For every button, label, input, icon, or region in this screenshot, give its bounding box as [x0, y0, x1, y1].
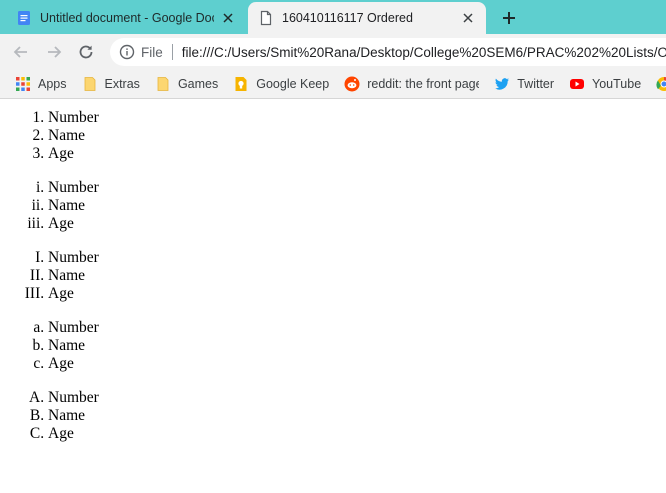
close-tab-icon[interactable]: [460, 10, 476, 26]
apps-grid-icon: [16, 77, 30, 91]
reload-icon: [79, 45, 93, 59]
list-item: Name: [48, 337, 666, 355]
ordered-list-lower-roman: Number Name Age: [0, 179, 666, 233]
page-content: Number Name Age Number Name Age Number N…: [0, 99, 666, 493]
list-item: Number: [48, 249, 666, 267]
url-scheme-label: File: [141, 44, 163, 60]
ordered-list-upper-roman: Number Name Age: [0, 249, 666, 303]
address-bar[interactable]: File file:///C:/Users/Smit%20Rana/Deskto…: [110, 38, 666, 66]
list-item: Age: [48, 145, 666, 163]
bookmarks-bar: Apps Extras Games Google Keep reddit: th…: [0, 70, 666, 99]
bookmark-games[interactable]: Games: [149, 72, 224, 96]
back-button[interactable]: [9, 40, 33, 64]
chrome-icon: [656, 76, 666, 91]
list-item: Name: [48, 197, 666, 215]
list-item: Number: [48, 109, 666, 127]
info-icon[interactable]: [119, 44, 135, 60]
bookmark-label: Apps: [38, 77, 67, 91]
bookmark-overflow[interactable]: [650, 72, 666, 96]
docs-icon: [18, 11, 30, 25]
tab-google-docs[interactable]: Untitled document - Google Docs: [6, 2, 246, 34]
tab-title: Untitled document - Google Docs: [40, 11, 214, 25]
close-tab-icon[interactable]: [220, 10, 236, 26]
ordered-list-lower-alpha: Number Name Age: [0, 319, 666, 373]
plus-icon: [503, 12, 515, 24]
tab-strip: Untitled document - Google Docs 16041011…: [0, 0, 666, 34]
list-item: Age: [48, 425, 666, 443]
bookmark-label: Extras: [104, 77, 140, 91]
bookmark-google-keep[interactable]: Google Keep: [227, 72, 335, 96]
list-item: Age: [48, 285, 666, 303]
list-item: Number: [48, 179, 666, 197]
bookmark-label: Games: [177, 77, 219, 91]
tab-ordered[interactable]: 160410116117 Ordered: [248, 2, 486, 34]
url-text[interactable]: file:///C:/Users/Smit%20Rana/Desktop/Col…: [182, 45, 666, 60]
list-item: Name: [48, 127, 666, 145]
toolbar: File file:///C:/Users/Smit%20Rana/Deskto…: [0, 34, 666, 70]
bookmark-label: Twitter: [517, 77, 555, 91]
list-item: Number: [48, 319, 666, 337]
bookmark-youtube[interactable]: YouTube: [563, 72, 647, 96]
bookmark-twitter[interactable]: Twitter: [488, 72, 560, 96]
youtube-icon: [570, 79, 585, 89]
bookmark-label: YouTube: [592, 77, 642, 91]
forward-button[interactable]: [42, 40, 66, 64]
list-item: Age: [48, 355, 666, 373]
list-item: Name: [48, 267, 666, 285]
bookmark-extras[interactable]: Extras: [76, 72, 146, 96]
bookmark-reddit[interactable]: reddit: the front page: [338, 72, 485, 96]
file-icon: [260, 10, 272, 26]
twitter-icon: [495, 78, 510, 90]
folder-icon: [157, 77, 169, 91]
reddit-icon: [344, 76, 360, 92]
forward-arrow-icon: [48, 46, 62, 58]
bookmark-label: reddit: the front page: [367, 77, 480, 91]
new-tab-button[interactable]: [498, 7, 520, 29]
reload-button[interactable]: [74, 40, 98, 64]
bookmark-apps[interactable]: Apps: [9, 72, 73, 96]
keep-icon: [235, 77, 247, 91]
back-arrow-icon: [13, 46, 27, 58]
ordered-list-upper-alpha: Number Name Age: [0, 389, 666, 443]
list-item: Age: [48, 215, 666, 233]
list-item: Name: [48, 407, 666, 425]
folder-icon: [84, 77, 95, 91]
list-item: Number: [48, 389, 666, 407]
bookmark-label: Google Keep: [256, 77, 330, 91]
ordered-list-numeric: Number Name Age: [0, 109, 666, 163]
tab-title: 160410116117 Ordered: [282, 11, 413, 25]
divider: [171, 44, 173, 60]
